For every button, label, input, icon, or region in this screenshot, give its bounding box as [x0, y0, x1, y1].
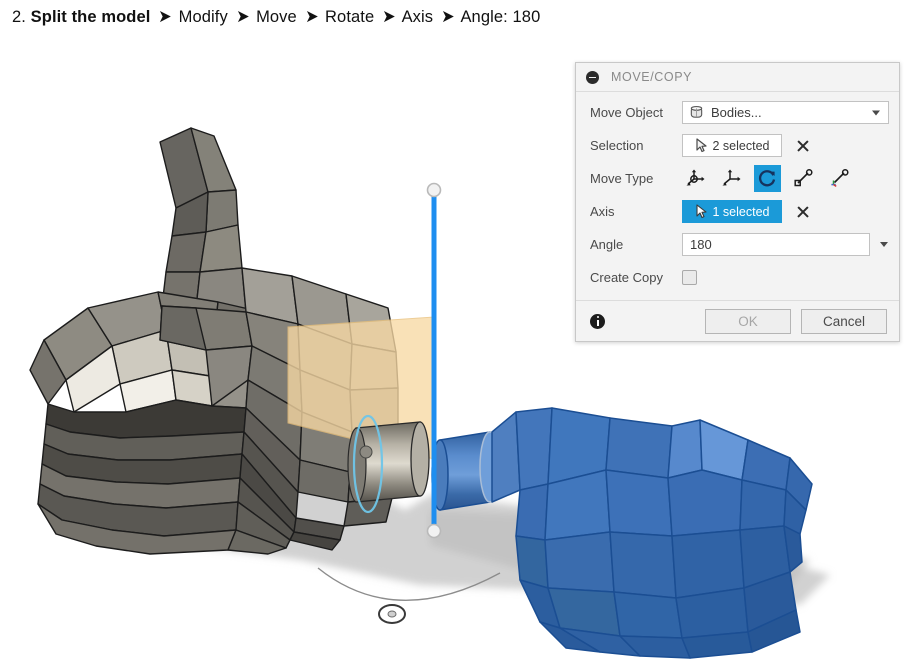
- row-move-object: Move Object Bodies...: [576, 96, 899, 129]
- create-copy-label: Create Copy: [590, 270, 663, 285]
- row-move-type: Move Type: [576, 162, 899, 195]
- axis-value: 1 selected: [712, 204, 770, 219]
- move-copy-dialog[interactable]: MOVE/COPY Move Object Bodies... Selectio…: [575, 62, 900, 342]
- translate-icon[interactable]: [718, 165, 745, 192]
- selection-value: 2 selected: [712, 138, 770, 153]
- rotate-icon[interactable]: [754, 165, 781, 192]
- dialog-footer: OK Cancel: [576, 300, 899, 341]
- row-axis: Axis 1 selected: [576, 195, 899, 228]
- angle-label: Angle: [590, 237, 624, 252]
- breadcrumb-item-axis: Axis: [401, 8, 434, 26]
- selection-label: Selection: [590, 138, 644, 153]
- step-title: Split the model: [30, 8, 151, 26]
- minus-circle-icon[interactable]: [586, 70, 599, 84]
- origin-marker[interactable]: [378, 604, 406, 624]
- breadcrumb-arrow-icon: ➤: [235, 5, 250, 26]
- clear-x-icon[interactable]: [796, 205, 810, 219]
- step-number: 2.: [12, 8, 26, 26]
- breadcrumb-arrow-icon: ➤: [304, 5, 319, 26]
- move-object-value: Bodies...: [711, 105, 762, 120]
- ok-button[interactable]: OK: [705, 308, 791, 334]
- point-to-point-icon[interactable]: [790, 165, 817, 192]
- move-type-options: [682, 165, 853, 192]
- clear-x-icon[interactable]: [796, 139, 810, 153]
- breadcrumb-item-modify: Modify: [178, 8, 228, 26]
- angle-value: 180: [690, 237, 712, 252]
- chevron-down-icon: [880, 242, 888, 247]
- dialog-body: Move Object Bodies... Selection 2 select…: [576, 92, 899, 300]
- row-selection: Selection 2 selected: [576, 129, 899, 162]
- move-object-label: Move Object: [590, 105, 663, 120]
- cylinder-peg[interactable]: [347, 414, 430, 514]
- axis-field[interactable]: 1 selected: [682, 200, 782, 223]
- dialog-header[interactable]: MOVE/COPY: [576, 63, 899, 92]
- cursor-arrow-icon: [695, 138, 707, 153]
- breadcrumb-arrow-icon: ➤: [440, 5, 455, 26]
- breadcrumb-item-rotate: Rotate: [325, 8, 375, 26]
- dialog-title: MOVE/COPY: [611, 70, 693, 84]
- create-copy-checkbox[interactable]: [682, 270, 697, 285]
- angle-input[interactable]: 180: [682, 233, 870, 256]
- breadcrumb-item-angle: Angle: 180: [460, 8, 541, 26]
- info-icon[interactable]: [590, 313, 605, 329]
- instruction-caption: 2. Split the model ➤ Modify ➤ Move ➤ Rot…: [12, 5, 541, 27]
- breadcrumb-arrow-icon: ➤: [158, 5, 172, 26]
- body-cylinder-icon: [690, 105, 703, 118]
- selection-field[interactable]: 2 selected: [682, 134, 782, 157]
- chevron-down-icon[interactable]: [872, 110, 880, 115]
- cancel-button[interactable]: Cancel: [801, 308, 887, 334]
- free-move-icon[interactable]: [682, 165, 709, 192]
- row-angle: Angle 180: [576, 228, 899, 261]
- angle-dropdown-toggle[interactable]: [880, 242, 888, 247]
- cursor-arrow-icon: [695, 204, 707, 219]
- breadcrumb-arrow-icon: ➤: [382, 5, 396, 26]
- point-to-position-icon[interactable]: [826, 165, 853, 192]
- axis-label: Axis: [590, 204, 615, 219]
- breadcrumb-item-move: Move: [256, 8, 297, 26]
- move-object-dropdown[interactable]: Bodies...: [682, 101, 889, 124]
- move-type-label: Move Type: [590, 171, 654, 186]
- row-create-copy: Create Copy: [576, 261, 899, 294]
